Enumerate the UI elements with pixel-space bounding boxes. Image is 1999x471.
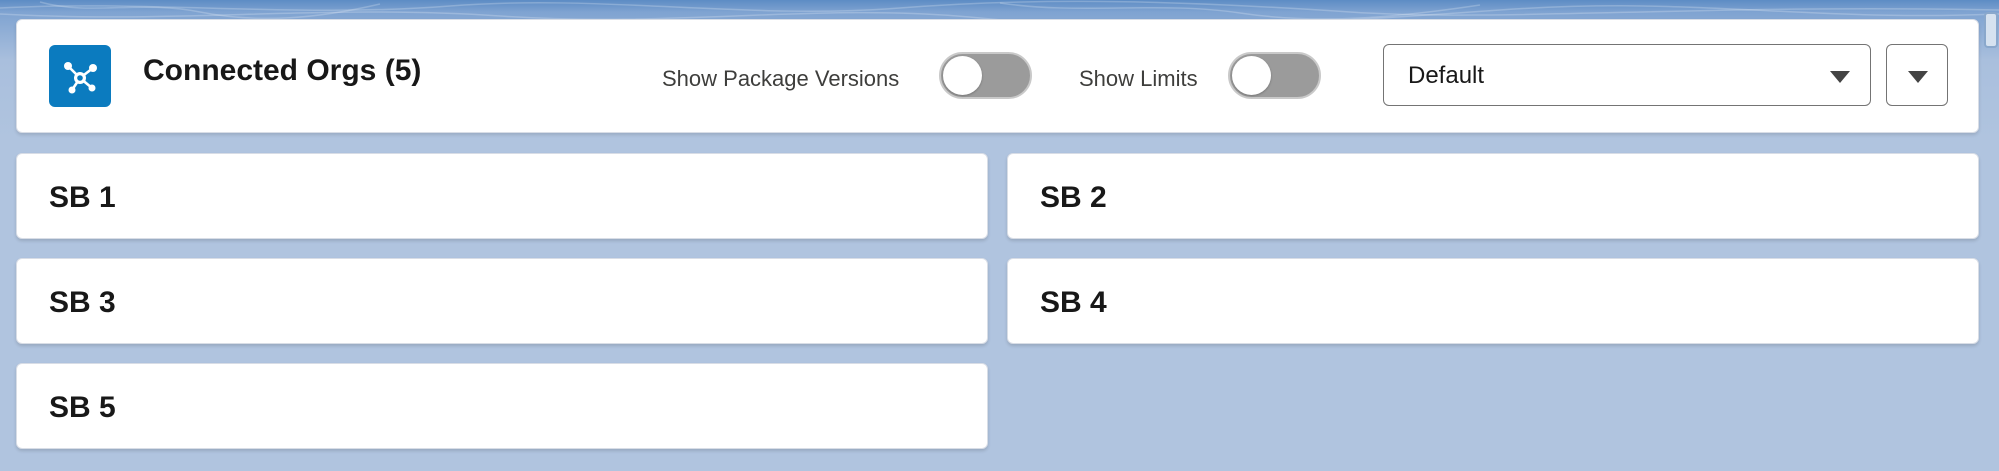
org-card-sb-2[interactable]: SB 2 — [1007, 153, 1979, 239]
connected-orgs-icon — [49, 45, 111, 107]
show-package-versions-label: Show Package Versions — [662, 66, 900, 91]
header-card: Connected Orgs (5) Show Package Versions… — [16, 19, 1979, 133]
org-name: SB 2 — [1040, 181, 1107, 214]
view-select[interactable]: Default — [1383, 44, 1871, 106]
actions-menu-button[interactable] — [1886, 44, 1948, 106]
org-card-sb-5[interactable]: SB 5 — [16, 363, 988, 449]
org-name: SB 3 — [49, 286, 116, 319]
toggle-knob — [1232, 56, 1271, 95]
org-card-sb-4[interactable]: SB 4 — [1007, 258, 1979, 344]
org-name: SB 1 — [49, 181, 116, 214]
show-package-versions-toggle[interactable] — [939, 52, 1032, 99]
view-select-value: Default — [1408, 62, 1485, 89]
show-limits-toggle[interactable] — [1228, 52, 1321, 99]
show-limits-label: Show Limits — [1079, 66, 1198, 91]
caret-down-icon — [1830, 71, 1850, 83]
toggle-knob — [943, 56, 982, 95]
page-title: Connected Orgs (5) — [143, 54, 422, 87]
panel-resize-handle[interactable] — [1984, 12, 1998, 48]
org-name: SB 4 — [1040, 286, 1107, 319]
org-name: SB 5 — [49, 391, 116, 424]
chevron-down-icon — [1908, 71, 1928, 83]
org-card-sb-1[interactable]: SB 1 — [16, 153, 988, 239]
org-card-sb-3[interactable]: SB 3 — [16, 258, 988, 344]
